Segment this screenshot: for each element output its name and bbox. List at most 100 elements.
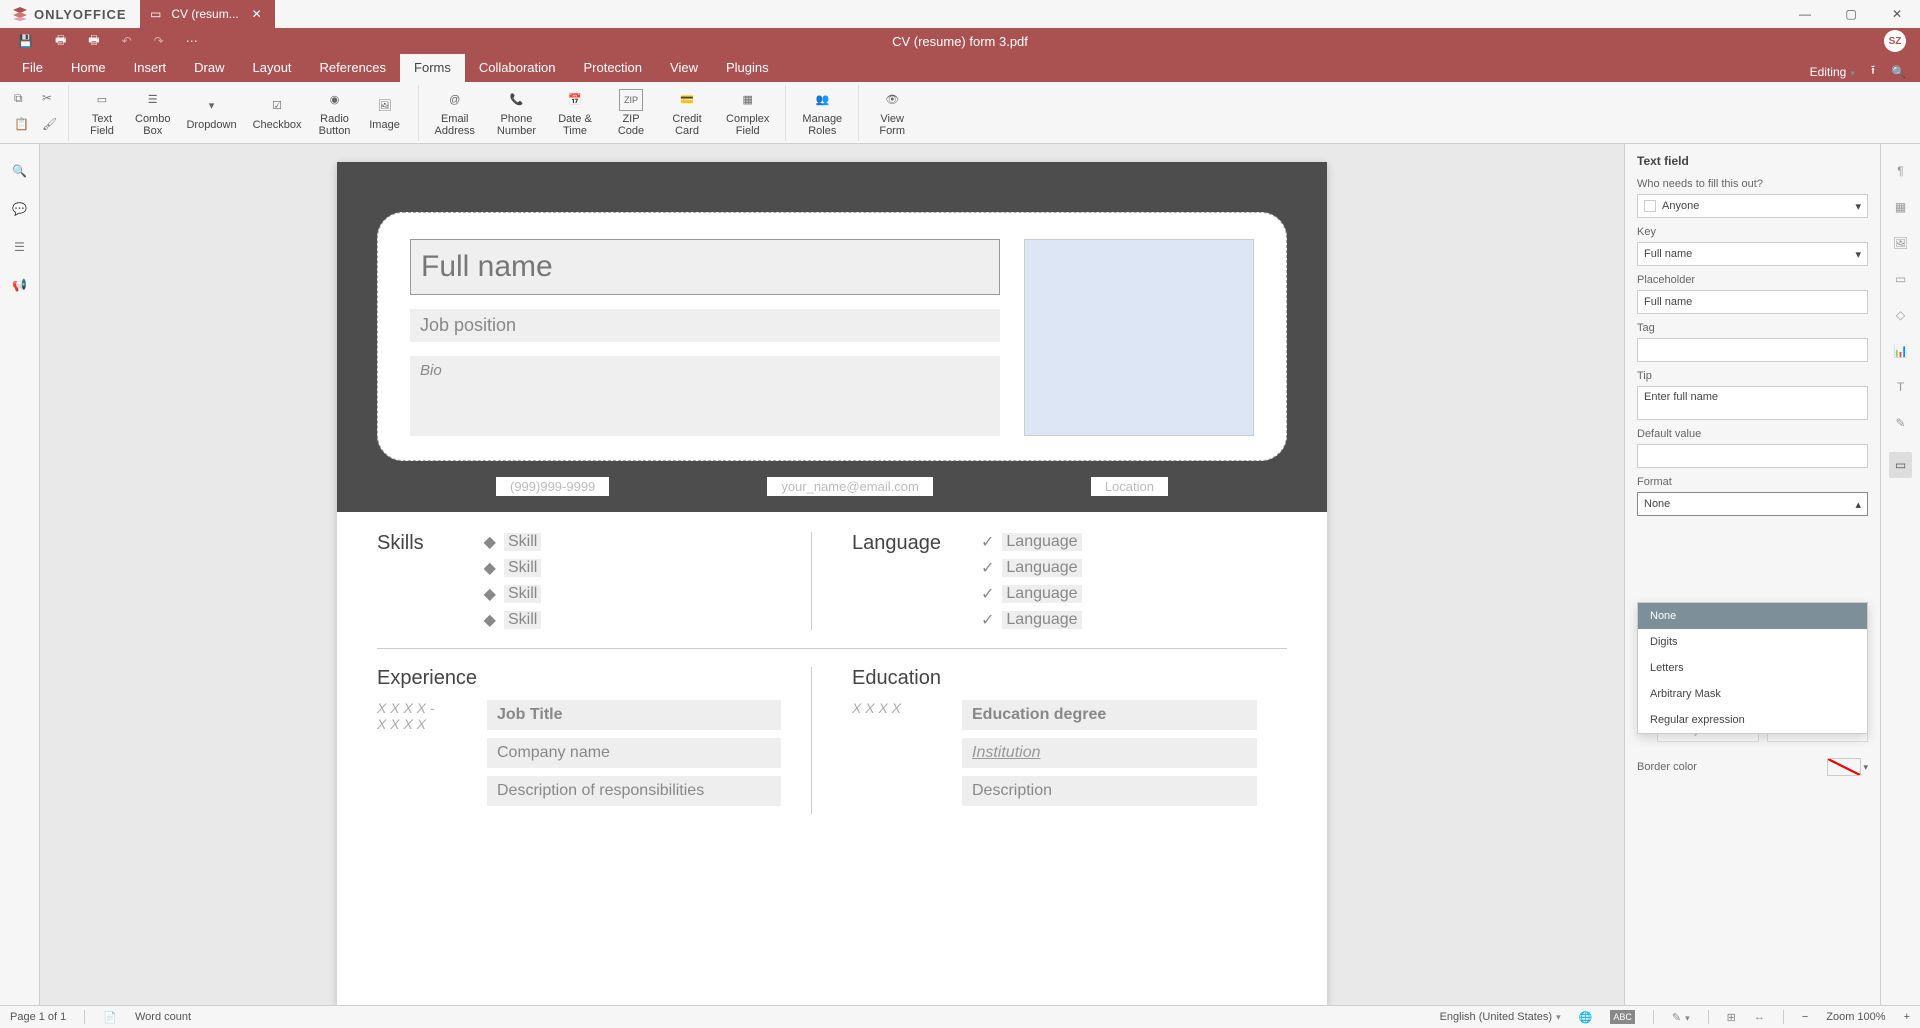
document-tab[interactable]: ▭ CV (resum... ✕ [140,0,275,28]
minimize-button[interactable]: — [1782,0,1828,28]
tag-input[interactable] [1637,338,1868,362]
language-item[interactable]: Language [1002,611,1081,629]
menu-forms[interactable]: Forms [400,54,465,82]
field-full-name[interactable]: Full name [410,239,1000,295]
skill-item[interactable]: Skill [504,559,541,577]
dropdown-button[interactable]: ▾Dropdown [178,93,244,133]
skill-item[interactable]: Skill [504,611,541,629]
format-option-regex[interactable]: Regular expression [1638,707,1867,733]
image-settings-icon[interactable]: 🖼 [1893,236,1908,250]
checkbox-button[interactable]: ☑Checkbox [245,93,310,133]
quick-print-icon[interactable]: 🖶 [88,31,99,52]
cut-icon[interactable]: ✂ [42,91,60,109]
menu-file[interactable]: File [8,54,57,82]
field-job-title[interactable]: Job Title [487,700,781,730]
zoom-out-button[interactable]: − [1802,1011,1808,1023]
field-description[interactable]: Description [962,776,1257,806]
field-institution[interactable]: Institution [962,738,1257,768]
field-phone[interactable]: (999)999-9999 [496,477,609,496]
field-responsibilities[interactable]: Description of responsibilities [487,776,781,806]
chart-settings-icon[interactable]: 📊 [1893,344,1908,358]
menu-protection[interactable]: Protection [569,54,656,82]
menu-layout[interactable]: Layout [239,54,306,82]
fit-page-icon[interactable]: ⊞ [1727,1011,1736,1024]
placeholder-input[interactable] [1637,290,1868,314]
experience-dates[interactable]: X X X X - X X X X [377,700,467,806]
field-job-position[interactable]: Job position [410,309,1000,342]
undo-icon[interactable]: ↶ [122,34,132,48]
shape-settings-icon[interactable]: ◇ [1896,308,1905,322]
format-select[interactable]: None▴ [1637,492,1868,516]
menu-insert[interactable]: Insert [120,54,181,82]
field-email[interactable]: your_name@email.com [767,477,932,496]
maximize-button[interactable]: ▢ [1828,0,1874,28]
word-count[interactable]: Word count [135,1011,191,1023]
default-value-input[interactable] [1637,444,1868,468]
zoom-level[interactable]: Zoom 100% [1826,1011,1885,1023]
manage-roles-button[interactable]: 👥Manage Roles [794,87,850,139]
field-photo[interactable] [1024,239,1254,436]
field-company[interactable]: Company name [487,738,781,768]
headings-icon[interactable]: ☰ [14,240,25,254]
credit-card-button[interactable]: 💳Credit Card [662,87,712,139]
combo-box-button[interactable]: ☰Combo Box [127,87,178,139]
print-icon[interactable]: 🖶 [55,31,66,52]
form-settings-icon[interactable]: ▭ [1889,452,1912,478]
language-item[interactable]: Language [1002,585,1081,603]
avatar[interactable]: SZ [1884,30,1906,52]
menu-references[interactable]: References [306,54,400,82]
search-icon[interactable]: 🔍 [1891,65,1906,79]
phone-button[interactable]: 📞Phone Number [489,87,544,139]
textart-settings-icon[interactable]: T [1897,380,1904,394]
close-tab-icon[interactable]: ✕ [249,6,265,22]
spellcheck-toggle-icon[interactable]: ABC [1610,1010,1635,1024]
view-form-button[interactable]: 👁View Form [867,87,917,139]
language-item[interactable]: Language [1002,533,1081,551]
language-item[interactable]: Language [1002,559,1081,577]
format-option-mask[interactable]: Arbitrary Mask [1638,681,1867,707]
field-degree[interactable]: Education degree [962,700,1257,730]
document-page[interactable]: Full name Job position Bio (999)999-9999… [337,162,1327,1005]
comments-icon[interactable]: 💬 [12,202,27,216]
close-window-button[interactable]: ✕ [1874,0,1920,28]
zoom-in-button[interactable]: + [1904,1011,1910,1023]
spellcheck-icon[interactable]: 🌐 [1579,1011,1593,1024]
language-selector[interactable]: English (United States) [1440,1011,1561,1023]
image-button[interactable]: 🖼Image [360,93,410,133]
border-color-swatch[interactable] [1827,758,1861,776]
track-changes-icon[interactable]: ✎ [1672,1011,1690,1024]
format-option-letters[interactable]: Letters [1638,655,1867,681]
header-settings-icon[interactable]: ▭ [1895,272,1906,286]
editing-mode[interactable]: Editing [1810,65,1855,79]
format-option-none[interactable]: None [1638,603,1867,629]
menu-plugins[interactable]: Plugins [712,54,783,82]
menu-home[interactable]: Home [57,54,120,82]
email-button[interactable]: @Email Address [427,87,483,139]
signature-settings-icon[interactable]: ✎ [1895,416,1905,430]
redo-icon[interactable]: ↷ [154,34,164,48]
paste-icon[interactable]: 📋 [14,117,32,135]
para-settings-icon[interactable]: ¶ [1897,164,1903,178]
radio-button-button[interactable]: ◉Radio Button [310,87,360,139]
fit-width-icon[interactable]: ↔ [1754,1011,1765,1023]
text-field-button[interactable]: ▭Text Field [77,87,127,139]
open-location-icon[interactable]: ⭱ [1871,61,1875,82]
education-dates[interactable]: X X X X [852,700,942,806]
field-location[interactable]: Location [1091,477,1168,496]
page-indicator[interactable]: Page 1 of 1 [10,1011,66,1023]
key-select[interactable]: Full name▾ [1637,242,1868,266]
format-painter-icon[interactable]: 🖌 [42,117,60,135]
tip-input[interactable]: Enter full name [1637,386,1868,420]
menu-view[interactable]: View [656,54,712,82]
find-icon[interactable]: 🔍 [12,164,27,178]
table-settings-icon[interactable]: ▦ [1895,200,1906,214]
datetime-button[interactable]: 📅Date & Time [550,87,600,139]
copy-icon[interactable]: ⧉ [14,91,32,109]
feedback-icon[interactable]: 📢 [12,278,27,292]
skill-item[interactable]: Skill [504,533,541,551]
field-bio[interactable]: Bio [410,356,1000,436]
workarea[interactable]: Full name Job position Bio (999)999-9999… [40,144,1624,1005]
menu-draw[interactable]: Draw [180,54,238,82]
skill-item[interactable]: Skill [504,585,541,603]
zip-button[interactable]: ZIPZIP Code [606,87,656,139]
